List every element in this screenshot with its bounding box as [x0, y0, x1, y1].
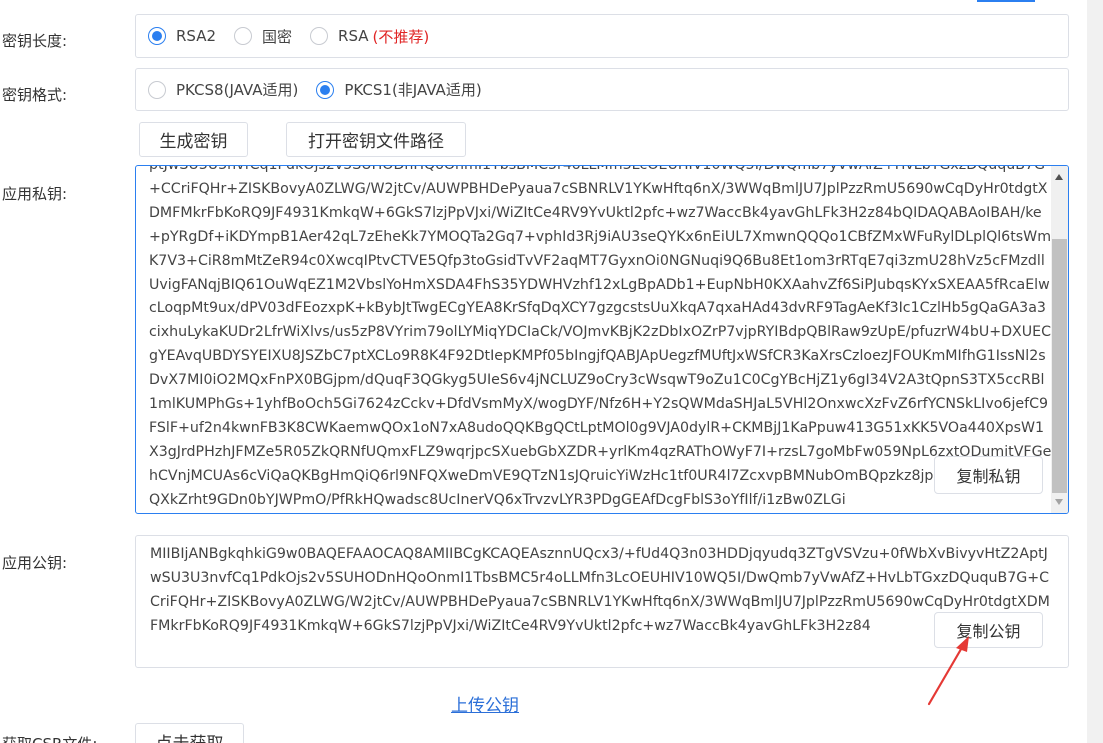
private-key-text: ptJwSU3U3nvfCq1PdkOjs2v5SUHODnHQoOnmI1Tb…	[149, 165, 1052, 508]
private-key-label: 应用私钥:	[2, 185, 68, 203]
not-recommended-note: (不推荐)	[372, 27, 430, 46]
key-format-label: 密钥格式:	[2, 86, 68, 104]
radio-pkcs8[interactable]: PKCS8(JAVA适用)	[148, 79, 298, 100]
scroll-up-arrow-icon[interactable]	[1055, 174, 1063, 180]
radio-sm[interactable]: 国密	[234, 26, 292, 47]
radio-pkcs1[interactable]: PKCS1(非JAVA适用)	[316, 79, 482, 100]
csr-label: 获取CSR文件:	[2, 733, 97, 743]
key-format-radio-box: PKCS8(JAVA适用) PKCS1(非JAVA适用)	[135, 68, 1069, 111]
key-length-label: 密钥长度:	[2, 32, 68, 50]
key-length-radio-box: RSA2 国密 RSA (不推荐)	[135, 14, 1069, 58]
radio-pkcs1-label: PKCS1(非JAVA适用)	[344, 81, 482, 99]
radio-rsa2-label: RSA2	[176, 27, 217, 45]
public-key-text: MIIBIjANBgkqhkiG9w0BAQEFAAOCAQ8AMIIBCgKC…	[150, 546, 1050, 634]
private-key-textarea[interactable]: ptJwSU3U3nvfCq1PdkOjs2v5SUHODnHQoOnmI1Tb…	[135, 165, 1069, 514]
radio-rsa-circle[interactable]	[310, 27, 329, 45]
radio-sm-circle[interactable]	[234, 27, 253, 45]
radio-rsa2-circle[interactable]	[148, 27, 166, 45]
key-generator-page: 密钥长度: RSA2 国密 RSA (不推荐) 密钥格式: PKCS8(JAVA…	[0, 0, 1087, 743]
public-key-label: 应用公钥:	[2, 554, 68, 572]
private-key-scrollbar[interactable]	[1051, 166, 1068, 513]
open-key-path-button[interactable]: 打开密钥文件路径	[286, 122, 466, 157]
generate-key-button[interactable]: 生成密钥	[139, 122, 248, 157]
scroll-down-arrow-icon[interactable]	[1055, 499, 1063, 505]
radio-rsa-label: RSA	[338, 27, 369, 45]
radio-rsa[interactable]: RSA (不推荐)	[310, 26, 429, 47]
radio-pkcs1-circle[interactable]	[316, 80, 335, 99]
radio-pkcs8-label: PKCS8(JAVA适用)	[176, 81, 299, 99]
annotation-arrow-icon	[927, 636, 969, 706]
get-csr-button[interactable]: 点击获取	[135, 723, 244, 743]
copy-private-key-button[interactable]: 复制私钥	[934, 456, 1043, 494]
radio-sm-label: 国密	[262, 27, 293, 46]
upload-public-key-link[interactable]: 上传公钥	[451, 691, 519, 716]
radio-pkcs8-circle[interactable]	[148, 80, 166, 99]
scroll-thumb[interactable]	[1052, 239, 1067, 493]
top-link-underline[interactable]	[977, 0, 1035, 2]
radio-rsa2[interactable]: RSA2	[148, 27, 216, 45]
